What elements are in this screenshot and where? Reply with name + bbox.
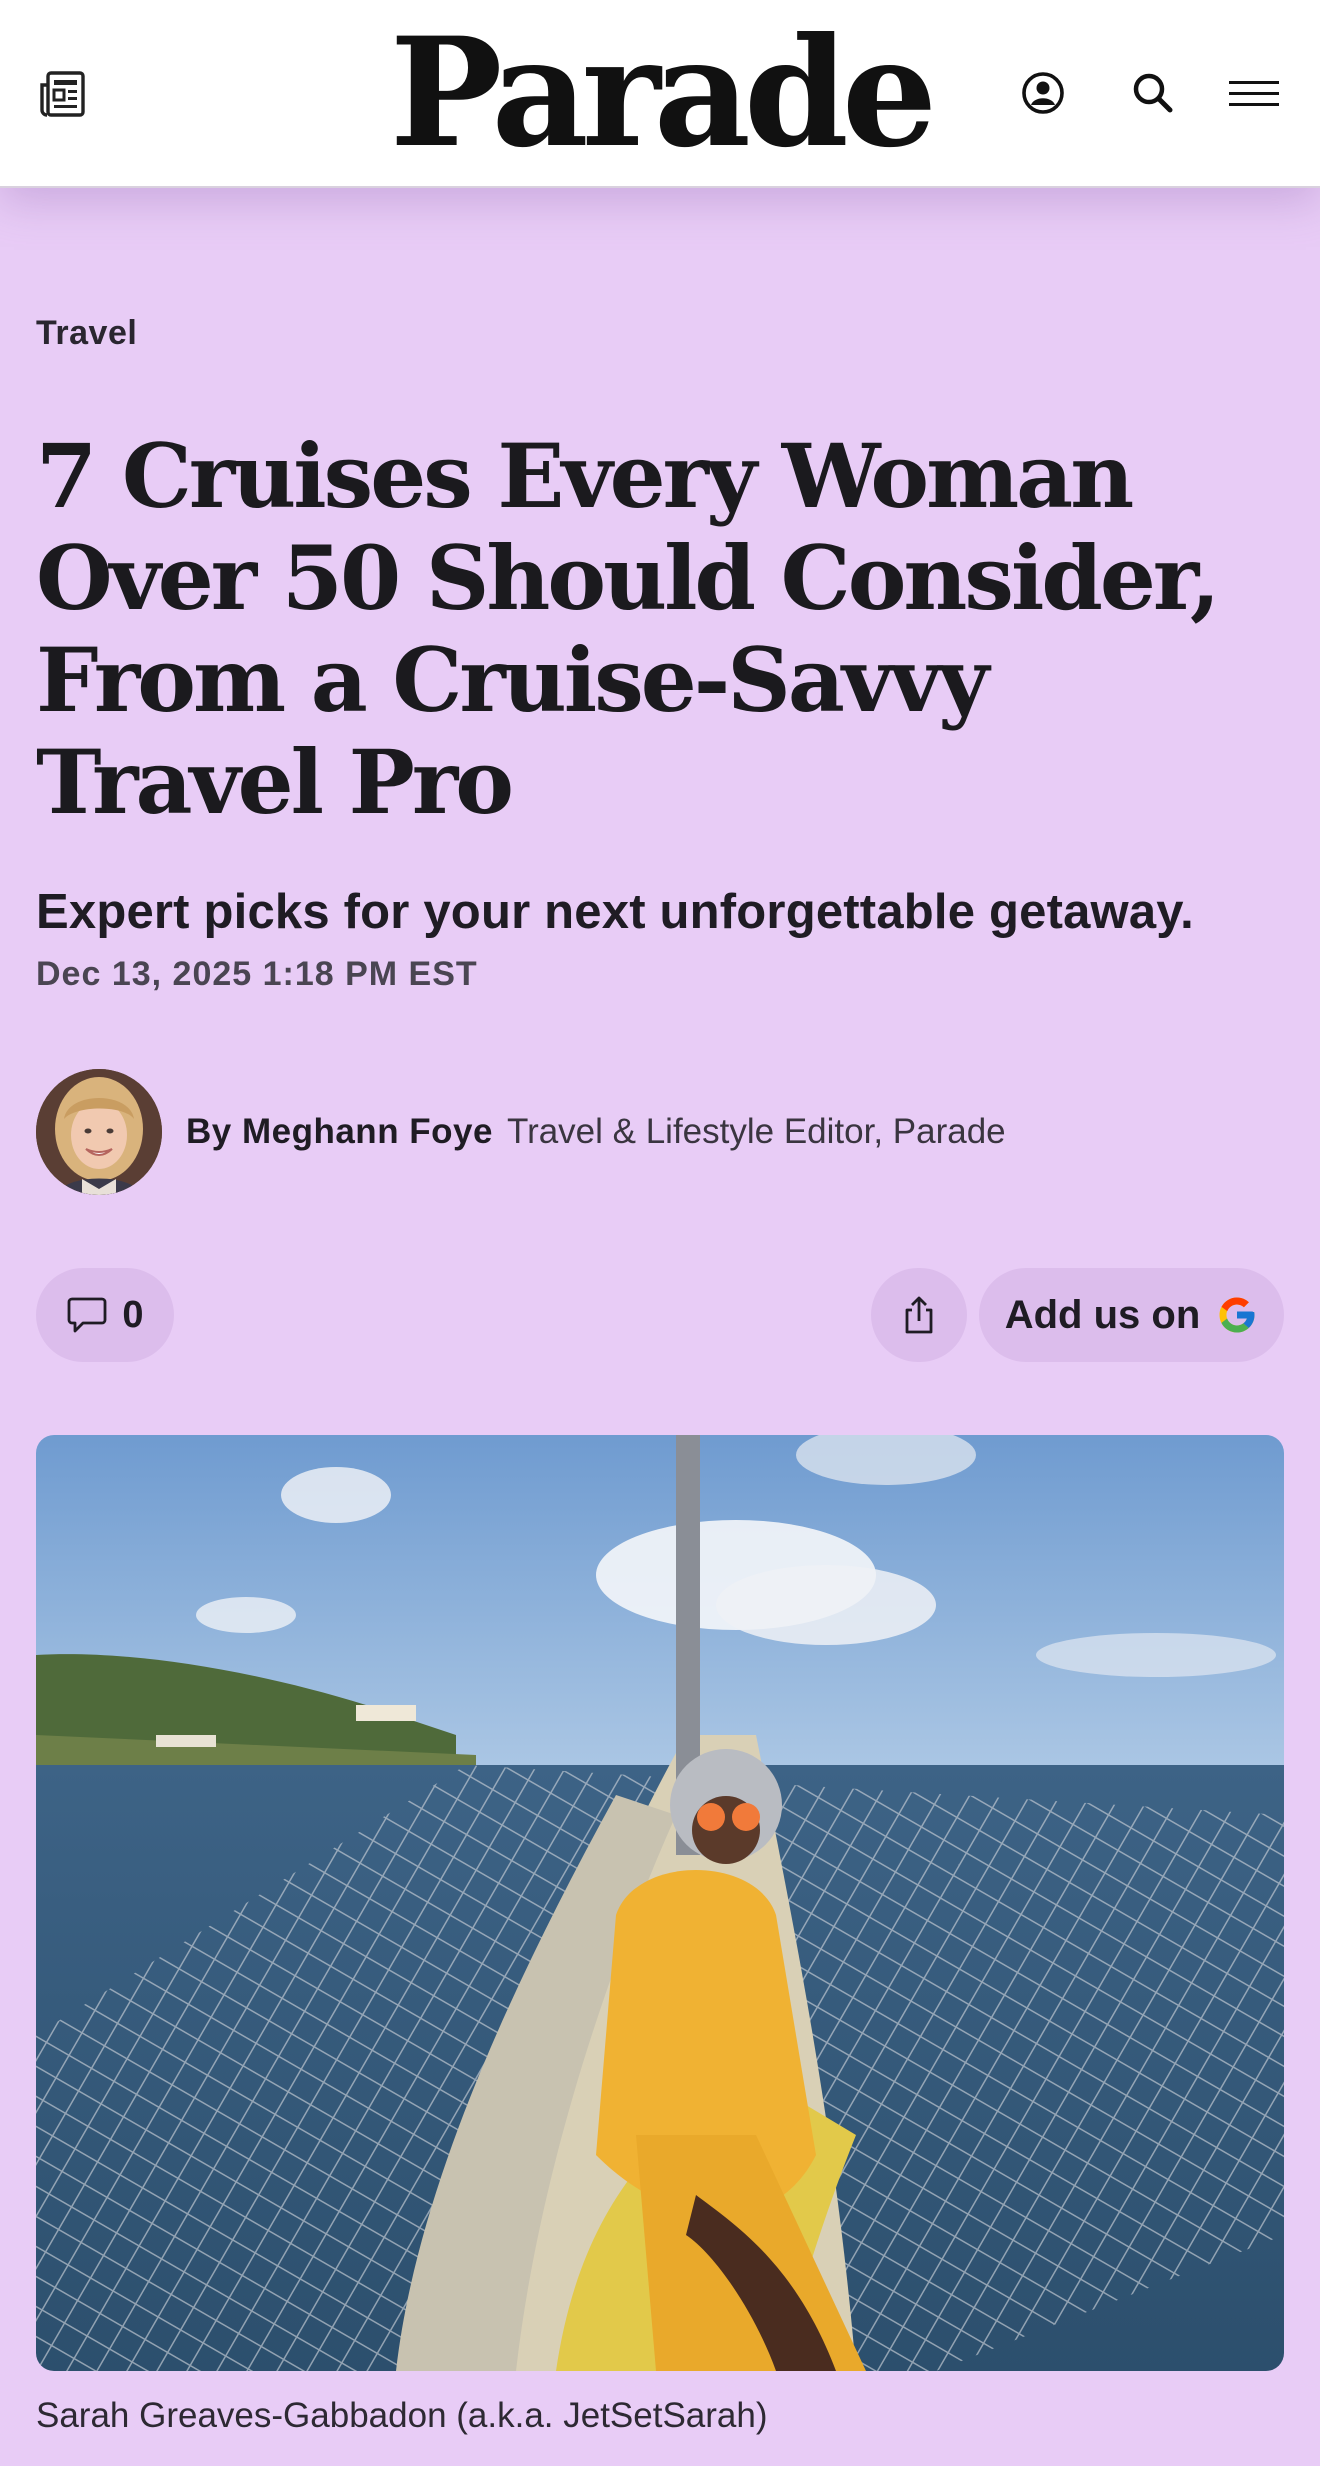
article-subheadline: Expert picks for your next unforgettable… (36, 885, 1194, 939)
author-role: Travel & Lifestyle Editor, Parade (506, 1112, 1006, 1151)
author-name-link[interactable]: By Meghann Foye (186, 1112, 493, 1152)
account-button[interactable] (1018, 68, 1068, 118)
publish-date: Dec 13, 2025 1:18 PM EST (36, 955, 478, 993)
site-header: Parade (0, 0, 1320, 188)
site-logo[interactable]: Parade (0, 8, 1320, 178)
author-byline: By Meghann Foye Travel & Lifestyle Edito… (36, 1069, 1006, 1195)
add-us-label: Add us on (1004, 1292, 1201, 1337)
image-caption: Sarah Greaves-Gabbadon (a.k.a. JetSetSar… (36, 2396, 768, 2435)
comments-button[interactable]: 0 (36, 1268, 174, 1362)
comment-icon (68, 1297, 107, 1333)
add-us-on-google-button[interactable]: Add us on (979, 1268, 1284, 1362)
comment-count: 0 (122, 1293, 144, 1336)
account-icon (1022, 72, 1064, 114)
article-headline: 7 Cruises Every Woman Over 50 Should Con… (36, 424, 1220, 834)
share-icon (905, 1296, 933, 1334)
search-button[interactable] (1128, 68, 1178, 118)
google-logo-icon (1219, 1297, 1255, 1333)
category-link[interactable]: Travel (36, 314, 137, 353)
search-icon (1133, 73, 1173, 113)
menu-icon (1229, 81, 1279, 106)
hero-image (36, 1435, 1284, 2371)
menu-button[interactable] (1226, 74, 1282, 114)
author-avatar[interactable] (36, 1069, 162, 1195)
share-button[interactable] (871, 1268, 967, 1362)
